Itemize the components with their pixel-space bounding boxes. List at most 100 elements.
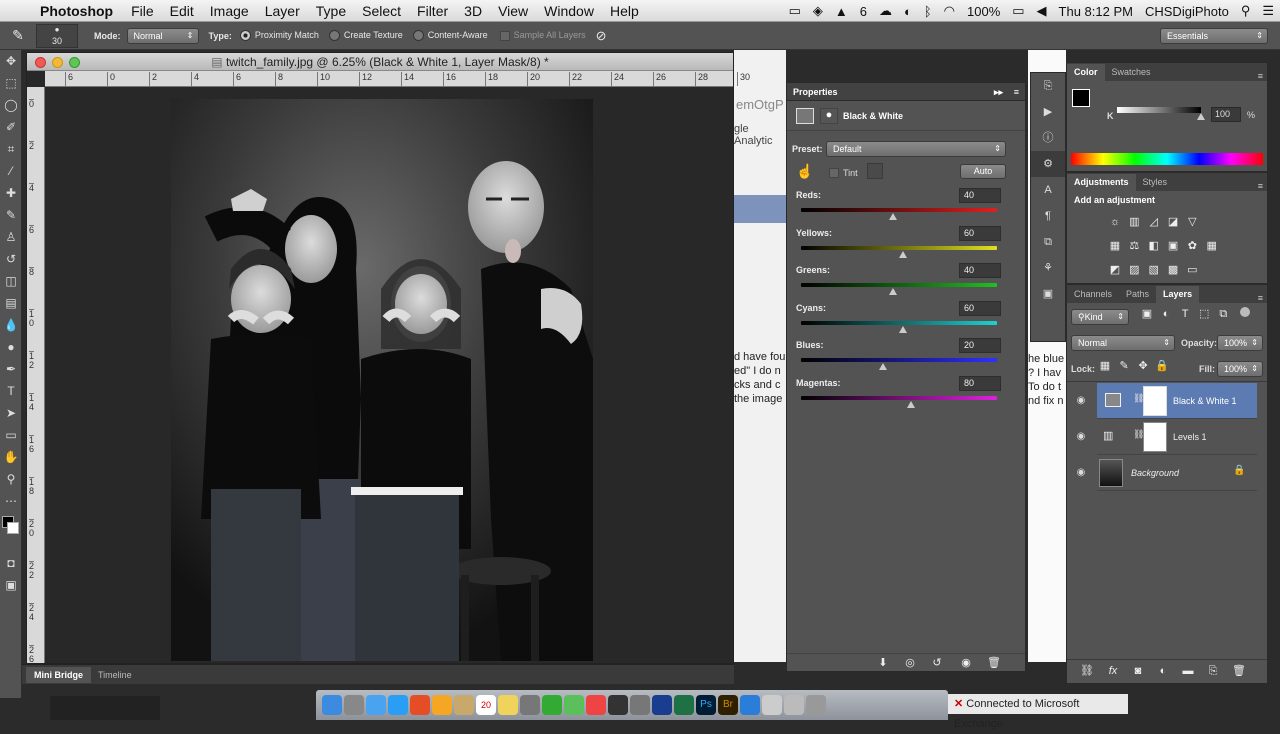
tint-checkbox[interactable]: Tint bbox=[829, 167, 858, 179]
eraser-tool-icon[interactable]: ◫ bbox=[0, 270, 22, 292]
gradient-map-icon[interactable]: ▭ bbox=[1184, 263, 1200, 277]
zoom-icon[interactable] bbox=[69, 57, 80, 68]
invert-icon[interactable]: ◩ bbox=[1107, 263, 1123, 277]
word-icon[interactable] bbox=[652, 695, 672, 715]
wifi-icon[interactable]: ◠ bbox=[938, 3, 961, 19]
link-layers-icon[interactable]: ⛓ bbox=[1079, 664, 1095, 678]
character-panel-icon[interactable]: A bbox=[1031, 177, 1065, 203]
volume-icon[interactable]: ◀ bbox=[1031, 3, 1053, 19]
mail-icon[interactable] bbox=[740, 695, 760, 715]
slider-thumb[interactable] bbox=[898, 325, 907, 333]
firefox-icon[interactable] bbox=[432, 695, 452, 715]
exposure-icon[interactable]: ◪ bbox=[1165, 215, 1181, 229]
layer-name[interactable]: Black & White 1 bbox=[1173, 396, 1237, 406]
document-titlebar[interactable]: ▤ twitch_family.jpg @ 6.25% (Black & Whi… bbox=[27, 53, 733, 71]
filter-smart-icon[interactable]: ⧉ bbox=[1215, 307, 1231, 321]
fx-icon[interactable]: fx bbox=[1105, 664, 1121, 678]
healing-tool-icon[interactable]: ✚ bbox=[0, 182, 22, 204]
reminders-icon[interactable] bbox=[520, 695, 540, 715]
horizontal-ruler[interactable]: 6 0 2 4 6 8 10 12 14 16 18 20 22 24 26 28 30 bbox=[45, 71, 750, 87]
color-lookup-icon[interactable]: ▦ bbox=[1204, 239, 1220, 253]
tab-styles[interactable]: Styles bbox=[1136, 174, 1175, 191]
app-store-icon[interactable] bbox=[608, 695, 628, 715]
pressure-icon[interactable]: ⊘ bbox=[596, 28, 607, 44]
paragraph-panel-icon[interactable]: ¶ bbox=[1031, 203, 1065, 229]
color-spectrum[interactable] bbox=[1071, 153, 1263, 165]
panel-menu-icon[interactable]: ≡ bbox=[1014, 83, 1019, 101]
panel-menu-icon[interactable]: ≡ bbox=[1258, 293, 1267, 303]
vertical-ruler[interactable]: 0 2 4 6 8 1 0 1 2 1 4 1 6 1 8 2 0 2 2 2 4 2 6 bbox=[27, 87, 45, 664]
lock-icon[interactable]: 🔒 bbox=[1233, 465, 1245, 476]
bridge-icon[interactable]: Br bbox=[718, 695, 738, 715]
type-texture-radio[interactable]: Create Texture bbox=[328, 30, 403, 42]
mission-control-icon[interactable] bbox=[366, 695, 386, 715]
lock-all-icon[interactable]: 🔒 bbox=[1154, 359, 1170, 373]
clip-to-layer-icon[interactable]: ⬇ bbox=[875, 656, 891, 670]
clone-source-icon[interactable]: ⧉ bbox=[1031, 229, 1065, 255]
visibility-eye-icon[interactable]: ◉ bbox=[1073, 395, 1089, 411]
posterize-icon[interactable]: ▨ bbox=[1126, 263, 1142, 277]
add-mask-icon[interactable]: ◙ bbox=[1130, 664, 1146, 678]
slider-thumb[interactable] bbox=[906, 400, 915, 408]
dodge-tool-icon[interactable]: ● bbox=[0, 336, 22, 358]
visibility-icon[interactable]: ◉ bbox=[958, 656, 974, 670]
user-name[interactable]: CHSDigiPhoto bbox=[1139, 4, 1235, 19]
new-adjustment-icon[interactable]: ◐ bbox=[1155, 664, 1171, 678]
eyedropper-tool-icon[interactable]: ⁄ bbox=[0, 160, 22, 182]
brightness-icon[interactable]: ☼ bbox=[1107, 215, 1123, 229]
slider-track[interactable] bbox=[801, 358, 997, 362]
brush-tool-icon[interactable]: ✎ bbox=[0, 204, 22, 226]
curves-icon[interactable]: ◿ bbox=[1146, 215, 1162, 229]
brush-picker[interactable]: ● 30 bbox=[36, 23, 78, 48]
system-preferences-icon[interactable] bbox=[762, 695, 782, 715]
layer-row-background[interactable]: Background 🔒 bbox=[1097, 455, 1257, 491]
zoom-tool-icon[interactable]: ⚲ bbox=[0, 468, 22, 490]
adjustment-icon[interactable] bbox=[796, 108, 814, 124]
minimize-icon[interactable] bbox=[52, 57, 63, 68]
menu-image[interactable]: Image bbox=[202, 3, 257, 19]
downloads-icon[interactable] bbox=[784, 695, 804, 715]
slider-value-input[interactable]: 20 bbox=[959, 338, 1001, 353]
badge-count[interactable]: 6 bbox=[854, 4, 873, 19]
slider-value-input[interactable]: 60 bbox=[959, 225, 1001, 241]
color-swatches[interactable] bbox=[0, 512, 21, 552]
edit-toolbar-icon[interactable]: ⋯ bbox=[0, 490, 22, 512]
dropbox-icon[interactable]: ◈ bbox=[807, 3, 829, 19]
tab-timeline[interactable]: Timeline bbox=[90, 667, 140, 683]
k-value[interactable]: 100 bbox=[1211, 107, 1241, 122]
trash-icon[interactable] bbox=[806, 695, 826, 715]
filter-pixel-icon[interactable]: ▣ bbox=[1139, 307, 1155, 321]
targeted-adjustment-icon[interactable]: ☝ bbox=[796, 163, 813, 180]
shape-tool-icon[interactable]: ▭ bbox=[0, 424, 22, 446]
slider-track[interactable] bbox=[801, 320, 997, 325]
quick-mask-icon[interactable]: ◘ bbox=[0, 552, 22, 574]
slider-value-input[interactable]: 40 bbox=[959, 188, 1001, 203]
background-color[interactable] bbox=[7, 522, 19, 534]
menu-view[interactable]: View bbox=[490, 3, 536, 19]
layer-name[interactable]: Background bbox=[1131, 468, 1179, 478]
slider-track[interactable] bbox=[801, 208, 997, 212]
tab-channels[interactable]: Channels bbox=[1067, 286, 1119, 303]
contacts-icon[interactable] bbox=[454, 695, 474, 715]
app-menu[interactable]: Photoshop bbox=[34, 3, 123, 19]
k-slider-thumb[interactable] bbox=[1197, 113, 1205, 120]
levels-icon[interactable]: ▥ bbox=[1126, 215, 1142, 229]
notes-icon[interactable] bbox=[498, 695, 518, 715]
fill-value[interactable]: 100% bbox=[1217, 361, 1263, 377]
layer-mask-thumb[interactable] bbox=[1143, 386, 1167, 416]
filter-toggle-icon[interactable] bbox=[1240, 307, 1251, 317]
slider-value-input[interactable]: 40 bbox=[959, 263, 1001, 278]
pen-tool-icon[interactable]: ✒ bbox=[0, 358, 22, 380]
slider-value-input[interactable]: 60 bbox=[959, 300, 1001, 316]
tab-swatches[interactable]: Swatches bbox=[1105, 64, 1158, 81]
layer-mask-thumb[interactable] bbox=[1143, 422, 1167, 452]
layer-filter-select[interactable]: ⚲Kind bbox=[1071, 309, 1129, 325]
vibrance-icon[interactable]: ▽ bbox=[1184, 215, 1200, 229]
messages-icon[interactable] bbox=[542, 695, 562, 715]
clock[interactable]: Thu 8:12 PM bbox=[1053, 4, 1139, 19]
preset-select[interactable]: Default bbox=[826, 141, 1006, 157]
slider-track[interactable] bbox=[801, 283, 997, 287]
adobe-icon[interactable]: ▲ bbox=[829, 4, 854, 19]
menu-edit[interactable]: Edit bbox=[162, 3, 202, 19]
selective-color-icon[interactable]: ▩ bbox=[1165, 263, 1181, 277]
